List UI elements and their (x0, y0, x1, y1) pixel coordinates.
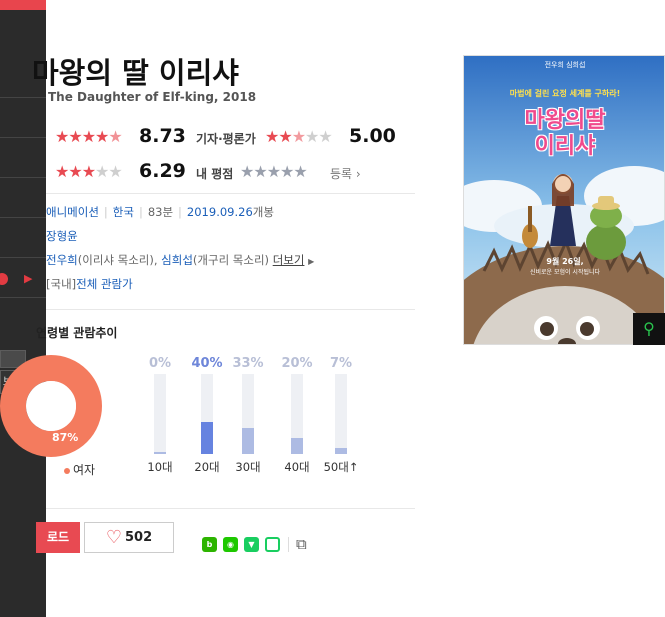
bookmark-share-icon[interactable]: ▼ (244, 537, 259, 552)
rating-line: [국내]전체 관람가 (46, 276, 133, 292)
divider (46, 508, 415, 509)
divider (46, 309, 415, 310)
blog-share-icon[interactable]: b (202, 537, 217, 552)
age-bar-column: 20% 40대 (277, 356, 317, 475)
genre-link[interactable]: 애니메이션 (46, 205, 99, 219)
age-bar-column: 0% 10대 (140, 356, 180, 475)
age-rating-link[interactable]: 전체 관람가 (76, 277, 133, 291)
movie-detail-page: ▶ 보기 마왕의 딸 이리샤 The Daughter of Elf-king,… (0, 0, 665, 617)
cafe-share-icon[interactable] (265, 537, 280, 552)
age-bar-fill (154, 452, 166, 454)
viewer-score: 6.29 (139, 160, 186, 182)
share-divider (288, 537, 289, 552)
legend-dot (64, 467, 70, 474)
cast-link-1[interactable]: 전우희 (46, 253, 78, 267)
sidebar-divider (0, 257, 46, 258)
gender-legend-label: 여자 (73, 463, 96, 477)
more-arrow-icon: ▶ (308, 257, 315, 266)
poster-title-line-2: 이리샤 (534, 134, 596, 159)
register-label: 등록 (330, 167, 353, 181)
gender-legend: 여자 (64, 461, 95, 478)
movie-title: 마왕의 딸 이리샤 (32, 56, 239, 90)
sidebar-divider (0, 217, 46, 218)
age-bar-fill (335, 448, 347, 454)
sidebar-record-dot[interactable] (0, 273, 8, 285)
viewer-stars: ★★★★★ (55, 162, 123, 181)
runtime: 83분 (147, 205, 174, 219)
age-bar-column: 40% 20대 (187, 356, 227, 475)
release-suffix: 개봉 (252, 205, 274, 219)
divider (46, 193, 415, 194)
age-bar-label: 30대 (235, 460, 261, 474)
rating-prefix: [국내] (46, 277, 77, 291)
cast-role-2: (개구리 목소리) (192, 253, 270, 267)
age-bar-fill (242, 428, 254, 454)
download-button[interactable]: 로드 (36, 522, 80, 553)
director-link[interactable]: 장형윤 (46, 229, 78, 243)
age-bar-percent: 7% (329, 356, 353, 371)
poster-tagline: 마법에 걸린 요정 세계를 구하라! (509, 89, 621, 98)
sidebar-divider (0, 297, 46, 298)
age-bar-label: 20대 (194, 460, 220, 474)
age-bar-label: 40대 (284, 460, 310, 474)
netizen-stars: ★★★★★ (55, 127, 123, 146)
gender-percent: 87% (52, 431, 79, 444)
age-bar-track (242, 374, 254, 454)
age-bar-label: 50대↑ (323, 460, 359, 474)
info-summary: 애니메이션 | 한국 | 83분 | 2019.09.26개봉 (46, 205, 274, 219)
movie-poster[interactable]: 전우희 심희섭 마법에 걸린 요정 세계를 구하라! 마왕의딸 이리샤 9월 2… (463, 55, 665, 345)
gender-donut-chart (0, 355, 102, 457)
my-rating-label: 내 평점 (196, 167, 234, 181)
poster-date-sub: 신비로운 모험이 시작됩니다 (529, 269, 601, 276)
poster-zoom-search-icon[interactable]: ⚲ (633, 313, 665, 345)
age-bar-track (335, 374, 347, 454)
director-line: 장형윤 (46, 228, 78, 244)
like-count: 502 (125, 530, 153, 545)
share-icon[interactable]: ⧉ (296, 535, 307, 553)
band-share-icon[interactable]: ◉ (223, 537, 238, 552)
age-bar-percent: 40% (191, 356, 223, 371)
critic-score: 5.00 (349, 125, 396, 147)
age-bar-track (154, 374, 166, 454)
more-cast-link[interactable]: 더보기 (273, 253, 305, 267)
age-bar-percent: 33% (232, 356, 264, 371)
sidebar-divider (0, 137, 46, 138)
my-rating-stars[interactable]: ★★★★★ (240, 162, 308, 181)
heart-icon: ♡ (105, 527, 122, 548)
donut-hole (26, 381, 76, 431)
age-bar-label: 10대 (147, 460, 173, 474)
age-bar-column: 33% 30대 (228, 356, 268, 475)
age-bar-percent: 0% (148, 356, 172, 371)
age-bar-fill (201, 422, 213, 454)
country-link[interactable]: 한국 (113, 205, 134, 219)
age-trend-title: 연령별 관람추이 (36, 326, 118, 340)
sidebar-divider (0, 177, 46, 178)
release-date[interactable]: 2019.09.26 (187, 205, 253, 219)
poster-date: 9월 26일, (546, 257, 584, 266)
critic-stars: ★★★★★ (265, 127, 333, 146)
netizen-score: 8.73 (139, 125, 186, 147)
sidebar-play-icon[interactable]: ▶ (24, 272, 32, 285)
sidebar-divider (0, 97, 46, 98)
poster-illustration (464, 56, 664, 344)
age-bar-fill (291, 438, 303, 454)
age-bar-track (201, 374, 213, 454)
age-bar-column: 7% 50대↑ (321, 356, 361, 475)
age-bar-percent: 20% (281, 356, 313, 371)
cast-link-2[interactable]: 심희섭 (161, 253, 193, 267)
sidebar-top-bar (0, 0, 46, 10)
cast-line: 전우희(이리샤 목소리), 심희섭(개구리 목소리) 더보기 ▶ (46, 253, 315, 267)
poster-top-text: 전우희 심희섭 (544, 61, 586, 69)
cast-role-1: (이리샤 목소리) (77, 253, 154, 267)
critic-label: 기자·평론가 (196, 132, 256, 146)
register-rating-link[interactable]: 등록 › (330, 165, 361, 182)
age-bar-track (291, 374, 303, 454)
like-button[interactable]: ♡ 502 (84, 522, 174, 553)
movie-subtitle: The Daughter of Elf-king, 2018 (48, 90, 257, 104)
